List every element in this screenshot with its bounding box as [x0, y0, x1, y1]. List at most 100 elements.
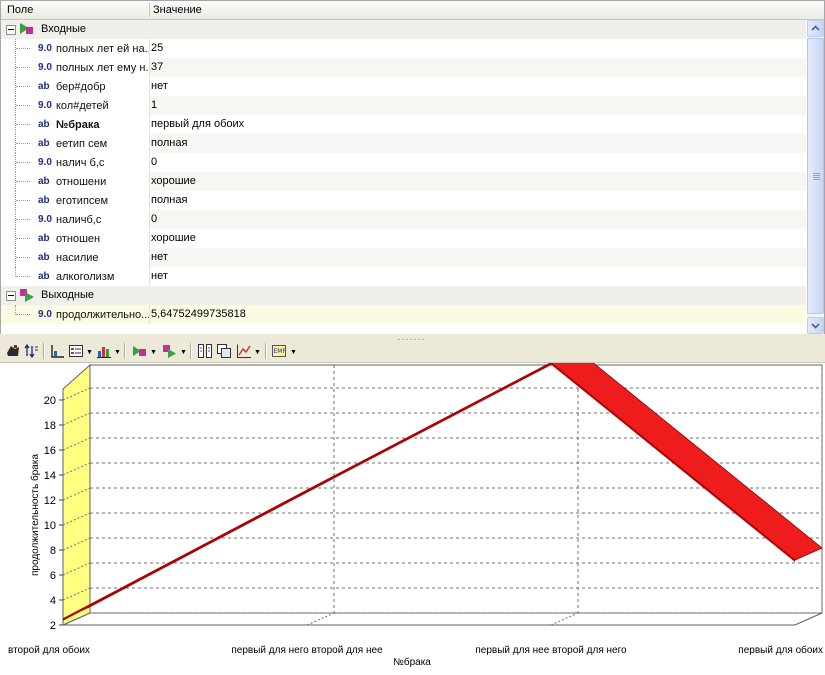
scroll-down-button[interactable] — [807, 317, 824, 334]
property-value[interactable]: полная — [151, 134, 187, 153]
x-tick-label: первый для нее второй для него — [475, 645, 627, 656]
bar-chart-dropdown-arrow-icon[interactable]: ▼ — [114, 349, 121, 356]
property-name: налич б,с — [56, 157, 104, 169]
type-badge: ab — [38, 252, 50, 263]
type-badge: ab — [38, 271, 50, 282]
input-group-icon — [18, 22, 38, 36]
property-row[interactable]: 9.0 наличб,с 0 — [1, 210, 806, 229]
property-value[interactable]: 0 — [151, 153, 157, 172]
property-name: бер#добр — [56, 81, 105, 93]
x-tick-label: первый для него второй для нее — [231, 645, 383, 656]
chart-area: 2468101214161820второй для обоихпервый д… — [0, 363, 825, 672]
property-value[interactable]: хорошие — [151, 172, 196, 191]
export-emf-icon[interactable]: EMF — [271, 343, 287, 359]
property-name: отношени — [56, 176, 106, 188]
type-badge: ab — [38, 81, 50, 92]
property-value[interactable]: нет — [151, 77, 168, 96]
property-value[interactable]: 25 — [151, 39, 163, 58]
grid-layout-icon[interactable] — [197, 343, 213, 359]
type-badge: 9.0 — [38, 309, 52, 320]
property-row[interactable]: 9.0 кол#детей 1 — [1, 96, 806, 115]
property-row[interactable]: abотношенихорошие — [1, 172, 806, 191]
column-header-value[interactable]: Значение — [153, 4, 202, 16]
type-badge: 9.0 — [38, 43, 52, 54]
scroll-thumb[interactable] — [807, 38, 824, 314]
property-name: кол#детей — [56, 100, 109, 112]
y-tick-label: 20 — [44, 395, 56, 407]
output-node-icon[interactable] — [162, 343, 178, 359]
chevron-up-icon — [808, 21, 823, 36]
property-value[interactable]: полная — [151, 191, 187, 210]
property-value[interactable]: нет — [151, 267, 168, 286]
property-value[interactable]: 5,64752499735818 — [151, 305, 246, 324]
x-tick-label: первый для обоих — [738, 644, 823, 656]
property-value[interactable]: нет — [151, 248, 168, 267]
property-row[interactable]: ab бер#добр нет — [1, 77, 806, 96]
property-value[interactable]: хорошие — [151, 229, 196, 248]
column-header-field[interactable]: Поле — [7, 4, 33, 16]
property-name: наличб,с — [56, 214, 101, 226]
line-chart-dropdown-arrow-icon[interactable]: ▼ — [254, 349, 261, 356]
x-axis-title: №брака — [393, 656, 431, 668]
property-value[interactable]: 1 — [151, 96, 157, 115]
property-name: №брака — [56, 119, 100, 131]
property-row[interactable]: ab насилие нет — [1, 248, 806, 267]
input-node-dropdown-arrow-icon[interactable]: ▼ — [150, 349, 157, 356]
group-row-inputs[interactable]: Входные — [1, 20, 806, 39]
group-row-outputs[interactable]: Выходные — [1, 286, 806, 305]
chart-floor — [63, 613, 822, 625]
y-tick-label: 12 — [44, 495, 56, 507]
type-badge: 9.0 — [38, 62, 52, 73]
property-name: алкоголизм — [56, 271, 114, 283]
line-chart: 2468101214161820второй для обоихпервый д… — [0, 363, 825, 672]
y-tick-label: 6 — [50, 570, 56, 582]
collapse-icon[interactable] — [6, 291, 16, 301]
property-name: еетип сем — [56, 138, 107, 150]
y-axis-title: продолжительность брака — [29, 454, 41, 576]
type-badge: ab — [38, 233, 50, 244]
input-node-icon[interactable] — [132, 343, 148, 359]
line-chart-icon[interactable] — [236, 343, 252, 359]
type-badge: ab — [38, 119, 50, 130]
bar-chart-icon[interactable] — [96, 343, 112, 359]
property-name: полных лет ему н... — [56, 62, 150, 74]
property-name: отношен — [56, 233, 100, 245]
copy-icon[interactable] — [216, 343, 232, 359]
grid-header: Поле Значение — [1, 1, 824, 20]
property-name: насилие — [56, 252, 99, 264]
output-group-icon — [18, 288, 38, 302]
output-node-dropdown-arrow-icon[interactable]: ▼ — [180, 349, 187, 356]
property-name: полных лет ей на... — [56, 43, 150, 55]
property-row[interactable]: ab еетип сем полная — [1, 134, 806, 153]
property-row[interactable]: 9.0 полных лет ему н...37 — [1, 58, 806, 77]
scroll-up-button[interactable] — [807, 20, 824, 37]
y-tick-label: 2 — [50, 620, 56, 632]
chart-axes-icon[interactable] — [49, 343, 65, 359]
property-value[interactable]: 0 — [151, 210, 157, 229]
y-tick-label: 8 — [50, 545, 56, 557]
sort-icon[interactable] — [24, 343, 40, 359]
property-row[interactable]: 9.0 полных лет ей на...25 — [1, 39, 806, 58]
property-row[interactable]: ab алкоголизм нет — [1, 267, 806, 286]
type-badge: 9.0 — [38, 100, 52, 111]
y-tick-label: 4 — [50, 595, 56, 607]
collapse-icon[interactable] — [6, 25, 16, 35]
export-dropdown-arrow-icon[interactable]: ▼ — [290, 349, 297, 356]
y-tick-label: 14 — [44, 470, 56, 482]
property-row[interactable]: abеготипсемполная — [1, 191, 806, 210]
vertical-scrollbar[interactable] — [807, 20, 824, 335]
legend-icon[interactable] — [68, 343, 84, 359]
type-badge: 9.0 — [38, 214, 52, 225]
stamp-icon[interactable] — [5, 343, 21, 359]
legend-dropdown-arrow-icon[interactable]: ▼ — [86, 349, 93, 356]
property-row[interactable]: 9.0налич б,с0 — [1, 153, 806, 172]
property-name: продолжительно... — [56, 309, 150, 321]
property-value[interactable]: первый для обоих — [151, 115, 244, 134]
left-wall — [63, 365, 90, 625]
property-value[interactable]: 37 — [151, 58, 163, 77]
group-label: Входные — [41, 23, 86, 35]
property-row[interactable]: ab №брака первый для обоих — [1, 115, 806, 134]
property-row[interactable]: ab отношен хорошие — [1, 229, 806, 248]
property-row[interactable]: 9.0 продолжительно...5,64752499735818 — [1, 305, 806, 324]
type-badge: ab — [38, 138, 50, 149]
